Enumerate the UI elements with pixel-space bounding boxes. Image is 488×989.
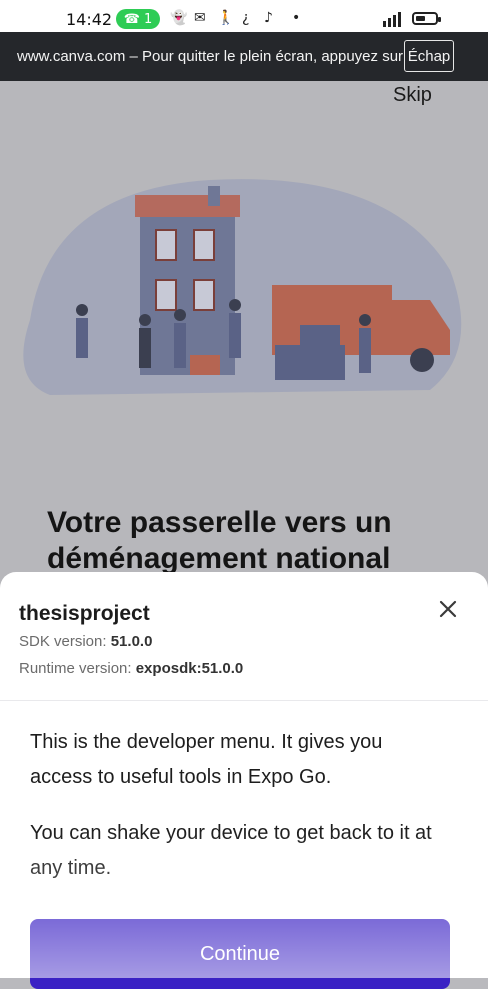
header-divider	[0, 700, 488, 701]
sdk-version-label: SDK version:	[19, 633, 107, 650]
status-time: 14:42	[66, 10, 113, 29]
sdk-version-value: 51.0.0	[110, 633, 153, 650]
continue-button[interactable]: Continue	[30, 919, 450, 989]
close-icon[interactable]	[436, 597, 460, 621]
snapchat-icon: 👻	[170, 10, 188, 26]
exit-fullscreen-button[interactable]: Échap	[404, 40, 454, 72]
runtime-version-value: exposdk:51.0.0	[135, 660, 244, 677]
dev-menu-shake-text: You can shake your device to get back to…	[30, 822, 432, 879]
tiktok-icon: ♪	[264, 10, 273, 26]
dot-icon: •	[292, 10, 301, 26]
messenger-icon: ✉	[194, 10, 206, 26]
project-name: thesisproject	[19, 602, 150, 625]
runtime-version: Runtime version: exposdk:51.0.0	[19, 660, 243, 677]
call-icon: ☎	[123, 11, 140, 27]
battery-icon	[412, 12, 441, 25]
fullscreen-message: www.canva.com – Pour quitter le plein éc…	[17, 48, 404, 65]
fullscreen-banner: www.canva.com – Pour quitter le plein éc…	[0, 32, 488, 81]
developer-menu-sheet: thesisproject SDK version: 51.0.0 Runtim…	[0, 572, 488, 989]
skip-button[interactable]: Skip	[393, 84, 432, 107]
sdk-version: SDK version: 51.0.0	[19, 633, 152, 650]
question-icon: ¿	[242, 10, 250, 26]
call-count: 1	[143, 11, 153, 27]
walking-icon: 🚶	[217, 10, 235, 26]
moving-illustration	[23, 179, 462, 395]
runtime-version-label: Runtime version:	[19, 660, 132, 677]
signal-icon	[383, 11, 401, 27]
active-call-pill[interactable]: ☎ 1	[116, 9, 160, 29]
dev-menu-intro-text: This is the developer menu. It gives you…	[30, 731, 383, 788]
onboarding-headline: Votre passerelle vers un déménagement na…	[47, 506, 392, 575]
